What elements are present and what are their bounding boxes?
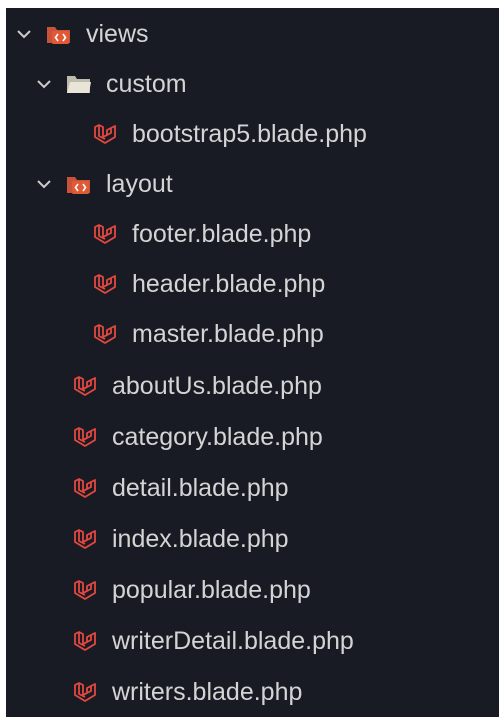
- tree-item-label: writers.blade.php: [112, 678, 303, 706]
- tree-item-file[interactable]: category.blade.php: [6, 414, 499, 460]
- tree-item-file[interactable]: footer.blade.php: [6, 211, 499, 257]
- tree-item-label: views: [86, 20, 149, 48]
- file-explorer: views custom bootstrap5.blade.php layout…: [6, 8, 499, 717]
- tree-item-file[interactable]: aboutUs.blade.php: [6, 363, 499, 409]
- laravel-icon: [72, 577, 98, 603]
- tree-item-label: detail.blade.php: [112, 474, 289, 502]
- folder-views-icon: [46, 21, 72, 47]
- laravel-icon: [72, 373, 98, 399]
- tree-item-label: popular.blade.php: [112, 576, 311, 604]
- laravel-icon: [92, 271, 118, 297]
- tree-item-label: writerDetail.blade.php: [112, 627, 354, 655]
- tree-item-custom[interactable]: custom: [6, 61, 499, 107]
- laravel-icon: [92, 121, 118, 147]
- tree-item-label: aboutUs.blade.php: [112, 372, 322, 400]
- tree-item-label: custom: [106, 70, 187, 98]
- laravel-icon: [72, 424, 98, 450]
- tree-item-file[interactable]: bootstrap5.blade.php: [6, 111, 499, 157]
- laravel-icon: [72, 526, 98, 552]
- chevron-down-icon[interactable]: [12, 22, 36, 46]
- tree-item-file[interactable]: writers.blade.php: [6, 669, 499, 715]
- tree-item-label: master.blade.php: [132, 320, 324, 348]
- laravel-icon: [72, 628, 98, 654]
- tree-item-label: layout: [106, 170, 173, 198]
- tree-item-label: header.blade.php: [132, 270, 326, 298]
- laravel-icon: [92, 321, 118, 347]
- laravel-icon: [92, 221, 118, 247]
- laravel-icon: [72, 679, 98, 705]
- tree-item-file[interactable]: writerDetail.blade.php: [6, 618, 499, 664]
- folder-icon: [66, 71, 92, 97]
- tree-item-label: category.blade.php: [112, 423, 323, 451]
- tree-item-file[interactable]: header.blade.php: [6, 261, 499, 307]
- tree-item-layout[interactable]: layout: [6, 161, 499, 207]
- laravel-icon: [72, 475, 98, 501]
- folder-views-icon: [66, 171, 92, 197]
- chevron-down-icon[interactable]: [32, 172, 56, 196]
- tree-item-label: footer.blade.php: [132, 220, 312, 248]
- tree-item-file[interactable]: detail.blade.php: [6, 465, 499, 511]
- chevron-down-icon[interactable]: [32, 72, 56, 96]
- tree-item-label: bootstrap5.blade.php: [132, 120, 367, 148]
- tree-item-file[interactable]: master.blade.php: [6, 311, 499, 357]
- tree-item-views[interactable]: views: [6, 11, 499, 57]
- tree-item-file[interactable]: index.blade.php: [6, 516, 499, 562]
- tree-item-label: index.blade.php: [112, 525, 289, 553]
- tree-item-file[interactable]: popular.blade.php: [6, 567, 499, 613]
